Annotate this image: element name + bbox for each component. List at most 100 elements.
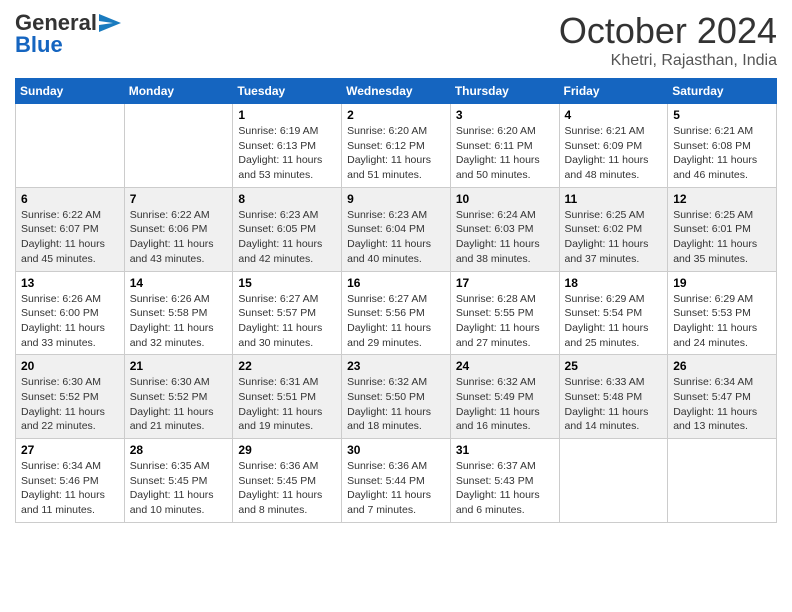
title-block: October 2024 Khetri, Rajasthan, India <box>559 10 777 70</box>
day-info: Sunrise: 6:27 AMSunset: 5:57 PMDaylight:… <box>238 292 336 351</box>
calendar-cell <box>668 439 777 523</box>
day-number: 21 <box>130 359 228 373</box>
day-info: Sunrise: 6:35 AMSunset: 5:45 PMDaylight:… <box>130 459 228 518</box>
weekday-header: Sunday <box>16 79 125 104</box>
day-number: 9 <box>347 192 445 206</box>
logo-arrow-icon <box>99 14 121 32</box>
calendar-cell: 31Sunrise: 6:37 AMSunset: 5:43 PMDayligh… <box>450 439 559 523</box>
day-info: Sunrise: 6:33 AMSunset: 5:48 PMDaylight:… <box>565 375 663 434</box>
day-number: 30 <box>347 443 445 457</box>
calendar-cell: 12 Sunrise: 6:25 AMSunset: 6:01 PMDayligh… <box>668 187 777 271</box>
day-number: 8 <box>238 192 336 206</box>
calendar-cell: 19 Sunrise: 6:29 AMSunset: 5:53 PMDayligh… <box>668 271 777 355</box>
day-info: Sunrise: 6:29 AMSunset: 5:53 PMDaylight:… <box>673 292 771 351</box>
day-info: Sunrise: 6:23 AMSunset: 6:05 PMDaylight:… <box>238 208 336 267</box>
header: General Blue October 2024 Khetri, Rajast… <box>15 10 777 70</box>
day-info: Sunrise: 6:20 AMSunset: 6:11 PMDaylight:… <box>456 124 554 183</box>
day-info: Sunrise: 6:26 AMSunset: 5:58 PMDaylight:… <box>130 292 228 351</box>
day-number: 24 <box>456 359 554 373</box>
calendar-cell: 14 Sunrise: 6:26 AMSunset: 5:58 PMDayligh… <box>124 271 233 355</box>
day-info: Sunrise: 6:29 AMSunset: 5:54 PMDaylight:… <box>565 292 663 351</box>
calendar-cell: 25 Sunrise: 6:33 AMSunset: 5:48 PMDayligh… <box>559 355 668 439</box>
calendar-cell: 30 Sunrise: 6:36 AMSunset: 5:44 PMDayligh… <box>342 439 451 523</box>
weekday-header: Saturday <box>668 79 777 104</box>
day-number: 29 <box>238 443 336 457</box>
day-info: Sunrise: 6:32 AMSunset: 5:49 PMDaylight:… <box>456 375 554 434</box>
calendar-cell: 5 Sunrise: 6:21 AMSunset: 6:08 PMDaylight… <box>668 104 777 188</box>
calendar-cell: 3 Sunrise: 6:20 AMSunset: 6:11 PMDaylight… <box>450 104 559 188</box>
calendar-cell: 24 Sunrise: 6:32 AMSunset: 5:49 PMDayligh… <box>450 355 559 439</box>
day-info: Sunrise: 6:26 AMSunset: 6:00 PMDaylight:… <box>21 292 119 351</box>
day-number: 27 <box>21 443 119 457</box>
calendar-cell <box>559 439 668 523</box>
day-info: Sunrise: 6:22 AMSunset: 6:06 PMDaylight:… <box>130 208 228 267</box>
weekday-header: Tuesday <box>233 79 342 104</box>
day-info: Sunrise: 6:32 AMSunset: 5:50 PMDaylight:… <box>347 375 445 434</box>
day-number: 18 <box>565 276 663 290</box>
location: Khetri, Rajasthan, India <box>559 52 777 70</box>
day-info: Sunrise: 6:36 AMSunset: 5:45 PMDaylight:… <box>238 459 336 518</box>
calendar-cell <box>16 104 125 188</box>
day-number: 10 <box>456 192 554 206</box>
calendar-cell: 15 Sunrise: 6:27 AMSunset: 5:57 PMDayligh… <box>233 271 342 355</box>
day-number: 16 <box>347 276 445 290</box>
calendar-cell: 9 Sunrise: 6:23 AMSunset: 6:04 PMDaylight… <box>342 187 451 271</box>
calendar-week-row: 27 Sunrise: 6:34 AMSunset: 5:46 PMDayligh… <box>16 439 777 523</box>
day-number: 26 <box>673 359 771 373</box>
day-number: 12 <box>673 192 771 206</box>
day-info: Sunrise: 6:20 AMSunset: 6:12 PMDaylight:… <box>347 124 445 183</box>
day-info: Sunrise: 6:25 AMSunset: 6:02 PMDaylight:… <box>565 208 663 267</box>
day-info: Sunrise: 6:21 AMSunset: 6:09 PMDaylight:… <box>565 124 663 183</box>
calendar-cell: 8 Sunrise: 6:23 AMSunset: 6:05 PMDaylight… <box>233 187 342 271</box>
day-info: Sunrise: 6:30 AMSunset: 5:52 PMDaylight:… <box>21 375 119 434</box>
calendar-cell: 6 Sunrise: 6:22 AMSunset: 6:07 PMDaylight… <box>16 187 125 271</box>
calendar-cell: 26Sunrise: 6:34 AMSunset: 5:47 PMDayligh… <box>668 355 777 439</box>
calendar: SundayMondayTuesdayWednesdayThursdayFrid… <box>15 78 777 523</box>
day-number: 6 <box>21 192 119 206</box>
day-info: Sunrise: 6:34 AMSunset: 5:46 PMDaylight:… <box>21 459 119 518</box>
calendar-cell: 20Sunrise: 6:30 AMSunset: 5:52 PMDayligh… <box>16 355 125 439</box>
day-number: 5 <box>673 108 771 122</box>
calendar-cell: 22Sunrise: 6:31 AMSunset: 5:51 PMDayligh… <box>233 355 342 439</box>
day-info: Sunrise: 6:31 AMSunset: 5:51 PMDaylight:… <box>238 375 336 434</box>
calendar-cell: 11Sunrise: 6:25 AMSunset: 6:02 PMDayligh… <box>559 187 668 271</box>
day-number: 25 <box>565 359 663 373</box>
day-info: Sunrise: 6:36 AMSunset: 5:44 PMDaylight:… <box>347 459 445 518</box>
day-info: Sunrise: 6:25 AMSunset: 6:01 PMDaylight:… <box>673 208 771 267</box>
day-info: Sunrise: 6:21 AMSunset: 6:08 PMDaylight:… <box>673 124 771 183</box>
day-number: 7 <box>130 192 228 206</box>
day-number: 4 <box>565 108 663 122</box>
day-info: Sunrise: 6:23 AMSunset: 6:04 PMDaylight:… <box>347 208 445 267</box>
day-number: 1 <box>238 108 336 122</box>
day-info: Sunrise: 6:22 AMSunset: 6:07 PMDaylight:… <box>21 208 119 267</box>
calendar-week-row: 1 Sunrise: 6:19 AMSunset: 6:13 PMDaylight… <box>16 104 777 188</box>
calendar-cell: 16Sunrise: 6:27 AMSunset: 5:56 PMDayligh… <box>342 271 451 355</box>
calendar-cell: 7 Sunrise: 6:22 AMSunset: 6:06 PMDaylight… <box>124 187 233 271</box>
calendar-cell: 17 Sunrise: 6:28 AMSunset: 5:55 PMDayligh… <box>450 271 559 355</box>
day-info: Sunrise: 6:28 AMSunset: 5:55 PMDaylight:… <box>456 292 554 351</box>
day-number: 14 <box>130 276 228 290</box>
calendar-week-row: 20Sunrise: 6:30 AMSunset: 5:52 PMDayligh… <box>16 355 777 439</box>
day-number: 19 <box>673 276 771 290</box>
page: General Blue October 2024 Khetri, Rajast… <box>0 0 792 612</box>
calendar-cell: 21 Sunrise: 6:30 AMSunset: 5:52 PMDayligh… <box>124 355 233 439</box>
weekday-header: Monday <box>124 79 233 104</box>
weekday-header: Wednesday <box>342 79 451 104</box>
day-number: 28 <box>130 443 228 457</box>
day-number: 13 <box>21 276 119 290</box>
calendar-header-row: SundayMondayTuesdayWednesdayThursdayFrid… <box>16 79 777 104</box>
logo: General Blue <box>15 10 121 58</box>
calendar-cell: 1 Sunrise: 6:19 AMSunset: 6:13 PMDaylight… <box>233 104 342 188</box>
weekday-header: Thursday <box>450 79 559 104</box>
calendar-cell: 23Sunrise: 6:32 AMSunset: 5:50 PMDayligh… <box>342 355 451 439</box>
day-info: Sunrise: 6:24 AMSunset: 6:03 PMDaylight:… <box>456 208 554 267</box>
calendar-cell: 28 Sunrise: 6:35 AMSunset: 5:45 PMDayligh… <box>124 439 233 523</box>
calendar-cell: 4 Sunrise: 6:21 AMSunset: 6:09 PMDaylight… <box>559 104 668 188</box>
day-number: 15 <box>238 276 336 290</box>
day-info: Sunrise: 6:19 AMSunset: 6:13 PMDaylight:… <box>238 124 336 183</box>
month-title: October 2024 <box>559 10 777 52</box>
day-number: 17 <box>456 276 554 290</box>
day-info: Sunrise: 6:30 AMSunset: 5:52 PMDaylight:… <box>130 375 228 434</box>
day-number: 3 <box>456 108 554 122</box>
calendar-cell: 18 Sunrise: 6:29 AMSunset: 5:54 PMDayligh… <box>559 271 668 355</box>
